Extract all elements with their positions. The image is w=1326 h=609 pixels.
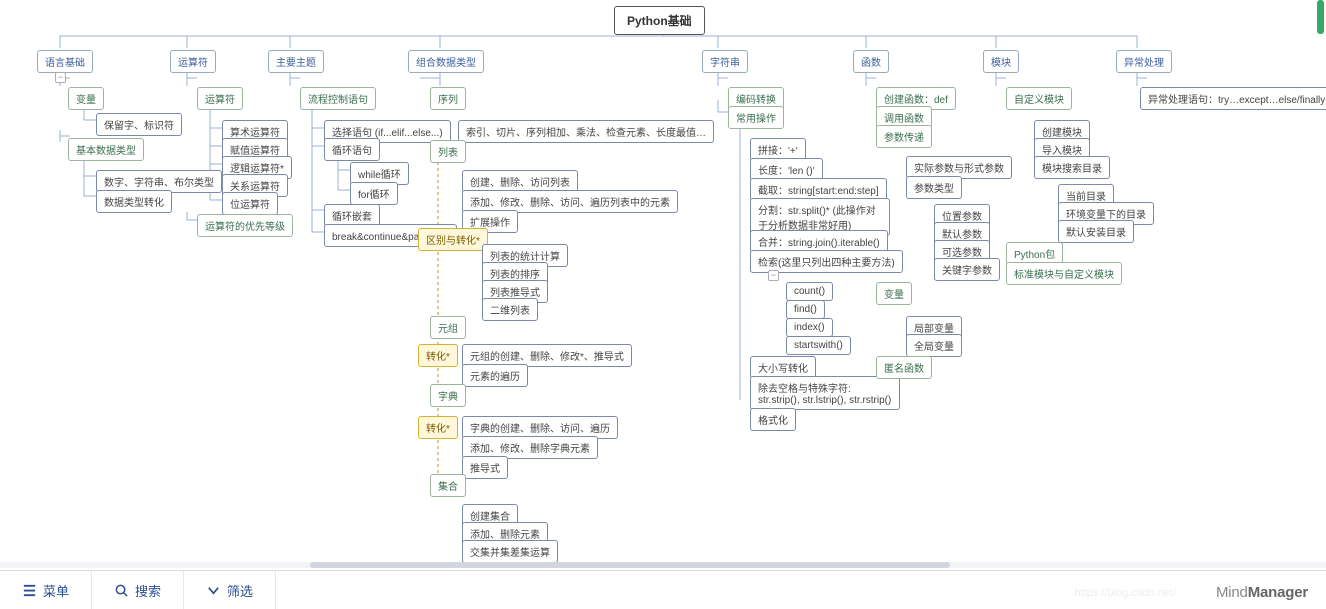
branch-string[interactable]: 字符串 — [702, 50, 748, 73]
node-diff-conv[interactable]: 区别与转化* — [418, 228, 488, 251]
brand-watermark: MindManager — [1216, 584, 1308, 601]
node-format[interactable]: 格式化 — [750, 408, 796, 431]
search-button[interactable]: 搜索 — [92, 571, 184, 609]
node-kw-param[interactable]: 关键字参数 — [934, 258, 1000, 281]
expand-marker[interactable]: − — [768, 270, 779, 281]
vertical-scroll-indicator[interactable] — [1317, 0, 1324, 34]
node-for[interactable]: for循环 — [350, 182, 398, 205]
node-basic-types[interactable]: 基本数据类型 — [68, 138, 144, 161]
root-node[interactable]: Python基础 — [614, 6, 705, 35]
node-dict-comp[interactable]: 推导式 — [462, 456, 508, 479]
expand-marker[interactable]: − — [55, 72, 66, 83]
search-icon — [114, 583, 129, 598]
bottom-toolbar: 菜单 搜索 筛选 https://blog.csdn.net/ MindMana… — [0, 570, 1326, 609]
mindmap-canvas[interactable]: Python基础 语言基础 − 变量 保留字、标识符 基本数据类型 数字、字符串… — [0, 0, 1326, 570]
connector-lines — [0, 0, 1326, 570]
node-find[interactable]: find() — [786, 300, 825, 319]
node-param-types[interactable]: 参数类型 — [906, 176, 962, 199]
node-conv1[interactable]: 转化* — [418, 344, 458, 367]
node-strip[interactable]: 除去空格与特殊字符: str.strip(), str.lstrip(), st… — [750, 376, 900, 410]
node-set-ops[interactable]: 交集并集差集运算 — [462, 540, 558, 563]
branch-module[interactable]: 模块 — [983, 50, 1019, 73]
node-op-priority[interactable]: 运算符的优先等级 — [197, 214, 293, 237]
node-custom-module[interactable]: 自定义模块 — [1006, 87, 1072, 110]
branch-language-basics[interactable]: 语言基础 — [37, 50, 93, 73]
node-variable[interactable]: 变量 — [68, 87, 104, 110]
node-search-path[interactable]: 模块搜索目录 — [1034, 156, 1110, 179]
node-2d-list[interactable]: 二维列表 — [482, 298, 538, 321]
branch-compound-types[interactable]: 组合数据类型 — [408, 50, 484, 73]
node-bit-op[interactable]: 位运算符 — [222, 192, 278, 215]
filter-button[interactable]: 筛选 — [184, 571, 276, 609]
node-set[interactable]: 集合 — [430, 474, 466, 497]
node-dict[interactable]: 字典 — [430, 384, 466, 407]
root-label: Python基础 — [627, 12, 692, 29]
node-sequence-desc[interactable]: 索引、切片、序列相加、乘法、检查元素、长度最值… — [458, 120, 714, 143]
menu-button[interactable]: 菜单 — [0, 571, 92, 609]
node-conv2[interactable]: 转化* — [418, 416, 458, 439]
watermark-url: https://blog.csdn.net/ — [1074, 587, 1176, 599]
node-type-conversion[interactable]: 数据类型转化 — [96, 190, 172, 213]
node-list[interactable]: 列表 — [430, 140, 466, 163]
menu-icon — [22, 583, 37, 598]
branch-function[interactable]: 函数 — [853, 50, 889, 73]
node-default-dir[interactable]: 默认安装目录 — [1058, 220, 1134, 243]
node-identifier[interactable]: 保留字、标识符 — [96, 113, 182, 136]
node-global-var[interactable]: 全局变量 — [906, 334, 962, 357]
horizontal-scrollbar[interactable] — [0, 562, 1326, 568]
node-std-custom[interactable]: 标准模块与自定义模块 — [1006, 262, 1122, 285]
branch-exception[interactable]: 异常处理 — [1116, 50, 1172, 73]
node-tuple-iter[interactable]: 元素的遍历 — [462, 364, 528, 387]
node-try-except[interactable]: 异常处理语句：try…except…else/finally — [1140, 87, 1326, 110]
node-loop[interactable]: 循环语句 — [324, 138, 380, 161]
node-count[interactable]: count() — [786, 282, 833, 301]
scrollbar-thumb[interactable] — [310, 562, 950, 568]
node-flow-control[interactable]: 流程控制语句 — [300, 87, 376, 110]
node-str-ops[interactable]: 常用操作 — [728, 106, 784, 129]
branch-operators[interactable]: 运算符 — [170, 50, 216, 73]
node-func-var[interactable]: 变量 — [876, 282, 912, 305]
node-startswith[interactable]: startswith() — [786, 336, 851, 355]
node-lambda[interactable]: 匿名函数 — [876, 356, 932, 379]
branch-main-topic[interactable]: 主要主题 — [268, 50, 324, 73]
node-operators[interactable]: 运算符 — [197, 87, 243, 110]
node-params[interactable]: 参数传递 — [876, 125, 932, 148]
node-index[interactable]: index() — [786, 318, 833, 337]
node-tuple[interactable]: 元组 — [430, 316, 466, 339]
node-sequence[interactable]: 序列 — [430, 87, 466, 110]
chevron-down-icon — [206, 583, 221, 598]
